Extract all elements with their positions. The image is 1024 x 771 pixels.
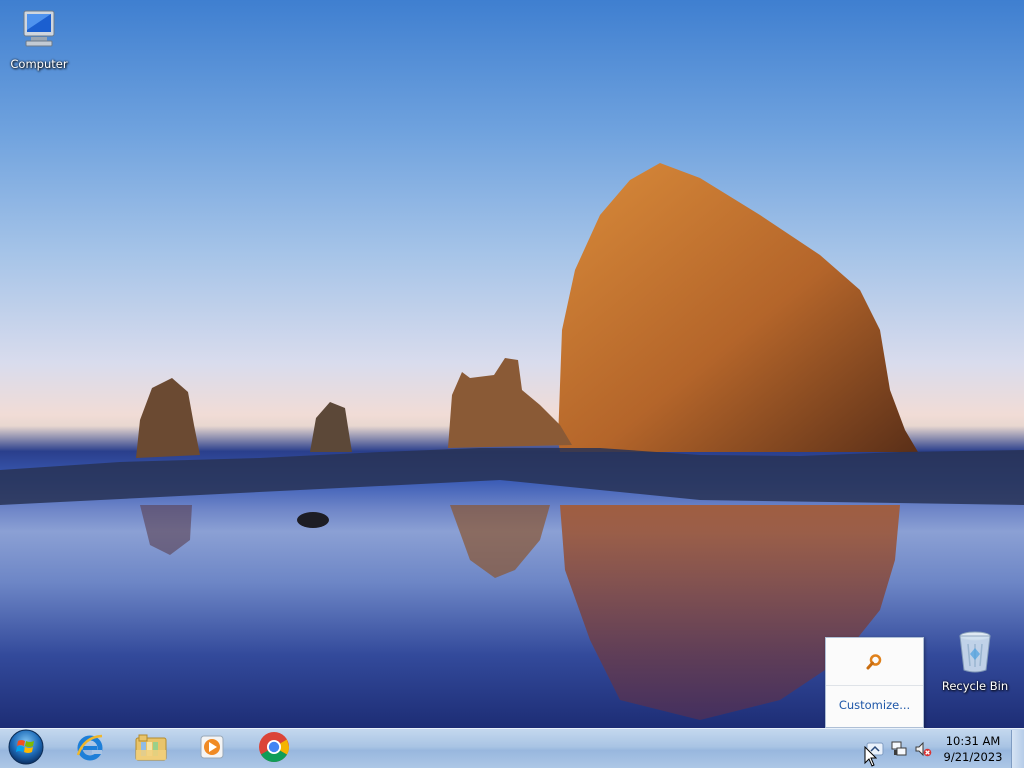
volume-muted-icon[interactable]: [914, 740, 932, 758]
needle-rock-2: [310, 402, 352, 452]
folder-library-icon: [134, 732, 168, 766]
desktop: Computer Recycle Bin Customize...: [0, 0, 1024, 728]
taskbar-media-player[interactable]: [184, 731, 240, 767]
customize-link[interactable]: Customize...: [826, 698, 923, 712]
rock-reflection-small: [450, 505, 550, 578]
needle-rock-3: [448, 358, 572, 448]
search-key-icon[interactable]: [865, 653, 883, 675]
clock-time: 10:31 AM: [945, 734, 1001, 748]
notification-overflow-popup: Customize...: [825, 637, 924, 728]
haystack-rock: [558, 163, 918, 452]
network-icon[interactable]: [890, 740, 908, 758]
computer-icon: [0, 8, 78, 55]
taskbar-chrome[interactable]: [246, 731, 302, 767]
recycle-bin-desktop-icon[interactable]: Recycle Bin: [936, 630, 1014, 693]
computer-desktop-icon[interactable]: Computer: [0, 8, 78, 71]
internet-explorer-icon: [74, 731, 106, 767]
recycle-bin-icon: [936, 630, 1014, 677]
recycle-bin-label: Recycle Bin: [941, 679, 1009, 693]
windows-start-icon: [7, 728, 45, 770]
rock-reflection-left: [140, 505, 192, 555]
clock-date: 9/21/2023: [943, 750, 1003, 764]
mouse-cursor-icon: [864, 745, 878, 771]
overflow-icons-area: [826, 638, 923, 686]
start-button[interactable]: [4, 728, 48, 770]
show-desktop-button[interactable]: [1011, 730, 1024, 768]
computer-label: Computer: [10, 57, 68, 71]
beach-stone: [297, 512, 329, 528]
taskbar-internet-explorer[interactable]: [62, 731, 118, 767]
needle-rock-1: [136, 378, 200, 458]
taskbar-windows-explorer[interactable]: [123, 731, 179, 767]
clock[interactable]: 10:31 AM 9/21/2023: [938, 733, 1008, 765]
chrome-icon: [258, 731, 290, 767]
wallpaper: [0, 163, 1024, 720]
media-player-icon: [197, 732, 227, 766]
